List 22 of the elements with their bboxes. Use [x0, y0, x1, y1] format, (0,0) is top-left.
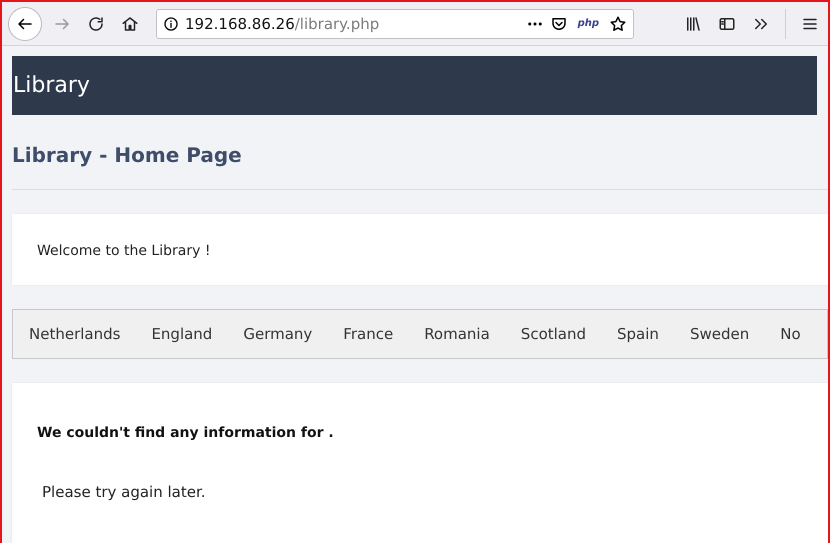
back-button[interactable] [8, 6, 42, 40]
country-link[interactable]: Germany [243, 325, 312, 343]
home-icon [121, 14, 139, 32]
info-icon [163, 16, 179, 32]
country-link[interactable]: Scotland [520, 325, 586, 343]
reload-icon [87, 14, 105, 32]
country-link[interactable]: No [780, 325, 801, 343]
country-link[interactable]: England [151, 325, 212, 343]
country-link[interactable]: Netherlands [29, 325, 120, 343]
message-body: Please try again later. [42, 483, 207, 501]
welcome-text: Welcome to the Library ! [37, 243, 210, 259]
country-link[interactable]: France [343, 325, 394, 343]
star-icon[interactable] [609, 14, 627, 32]
address-bar[interactable]: 192.168.86.26/library.php php [156, 8, 634, 38]
country-link[interactable]: Sweden [690, 325, 750, 343]
header-title: Library [13, 73, 90, 98]
message-heading: We couldn't find any information for . [37, 425, 335, 441]
page-title: Library - Home Page [12, 143, 243, 167]
php-badge[interactable]: php [578, 18, 599, 29]
country-link[interactable]: Romania [424, 325, 490, 343]
country-link[interactable]: Spain [617, 325, 659, 343]
url-text: 192.168.86.26/library.php [185, 14, 380, 32]
